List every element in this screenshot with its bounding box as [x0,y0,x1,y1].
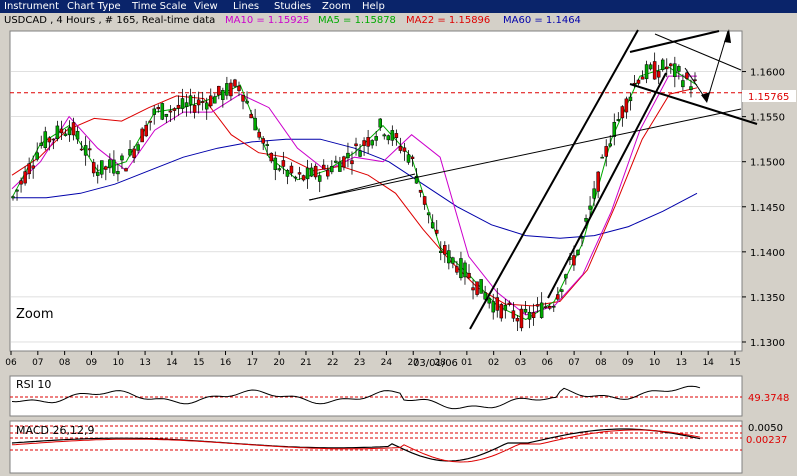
rsi-pane[interactable] [9,375,743,417]
date-tick-label: 08 [59,358,71,368]
price-tick-label: 1.1350 [750,293,785,304]
price-tick-label: 1.1400 [750,248,785,259]
price-tick-label: 1.1450 [750,203,785,214]
price-pane[interactable] [9,30,743,352]
menu-help[interactable]: Help [362,0,385,13]
indicator-ma60: MA60 = 1.1464 [503,15,581,26]
date-tick-label: 24 [381,358,393,368]
date-axis: 06 07 08 09 10 13 14 15 16 17 20 21 22 23 24 27 28 01 02 03… [5,351,741,368]
candle[interactable] [160,102,165,121]
macd-title: MACD 26,12,9 [16,424,94,437]
date-tick-label: 15 [193,358,204,368]
menu-bar: Instrument Chart Type Time Scale View Li… [0,0,797,13]
date-tick-label: 10 [113,358,125,368]
date-tick-label: 14 [702,358,714,368]
rsi-value-label: 49.3748 [748,393,789,404]
date-tick-label: 13 [676,358,687,368]
chart-canvas: USDCAD , 4 Hours , # 165, Real-time data… [4,15,796,474]
menu-chart-type[interactable]: Chart Type [67,0,121,13]
menu-time-scale[interactable]: Time Scale [132,0,187,13]
date-tick-label: 06 [5,358,17,368]
current-price-label: 1.15765 [748,92,789,103]
date-tick-label: 21 [300,358,311,368]
date-tick-label: 17 [247,358,258,368]
date-tick-label: 14 [166,358,178,368]
menu-lines[interactable]: Lines [233,0,259,13]
date-tick-label: 06 [542,358,554,368]
zoom-label: Zoom [16,307,53,322]
chart-symbol-info: USDCAD , 4 Hours , # 165, Real-time data [4,15,215,26]
date-tick-label: 07 [32,358,43,368]
rsi-title: RSI 10 [16,378,51,391]
price-tick-label: 1.1300 [750,338,785,349]
date-tick-label: 09 [86,358,98,368]
candle[interactable] [479,279,483,294]
date-tick-label: 13 [139,358,150,368]
candle[interactable] [140,127,144,143]
date-tick-label: 01 [461,358,472,368]
date-tick-label: 20 [273,358,285,368]
price-tick-label: 1.1500 [750,158,785,169]
menu-zoom[interactable]: Zoom [322,0,351,13]
indicator-ma5: MA5 = 1.15878 [318,15,396,26]
macd-value-bottom: 0.00237 [746,435,787,446]
macd-value-top: 0.0050 [748,423,783,434]
date-tick-label: 09 [622,358,634,368]
candle[interactable] [660,58,665,72]
date-tick-label: 07 [568,358,579,368]
menu-view[interactable]: View [194,0,218,13]
indicator-ma22: MA22 = 1.15896 [406,15,490,26]
date-tick-label: 03 [515,358,526,368]
indicator-ma10: MA10 = 1.15925 [225,15,309,26]
date-label: 03/01/06 [413,358,458,369]
date-tick-label: 10 [649,358,661,368]
date-tick-label: 16 [220,358,232,368]
date-tick-label: 22 [327,358,338,368]
price-tick-label: 1.1550 [750,113,785,124]
price-tick-label: 1.1600 [750,68,785,79]
menu-studies[interactable]: Studies [274,0,311,13]
candle[interactable] [475,281,479,297]
date-tick-label: 08 [595,358,607,368]
price-axis: 1.1300 1.1350 1.1400 1.1450 1.1500 1.1550 1.16… [742,68,785,349]
date-tick-label: 23 [354,358,365,368]
date-tick-label: 15 [729,358,740,368]
candle[interactable] [519,305,524,332]
date-tick-label: 02 [488,358,499,368]
menu-instrument[interactable]: Instrument [4,0,59,13]
